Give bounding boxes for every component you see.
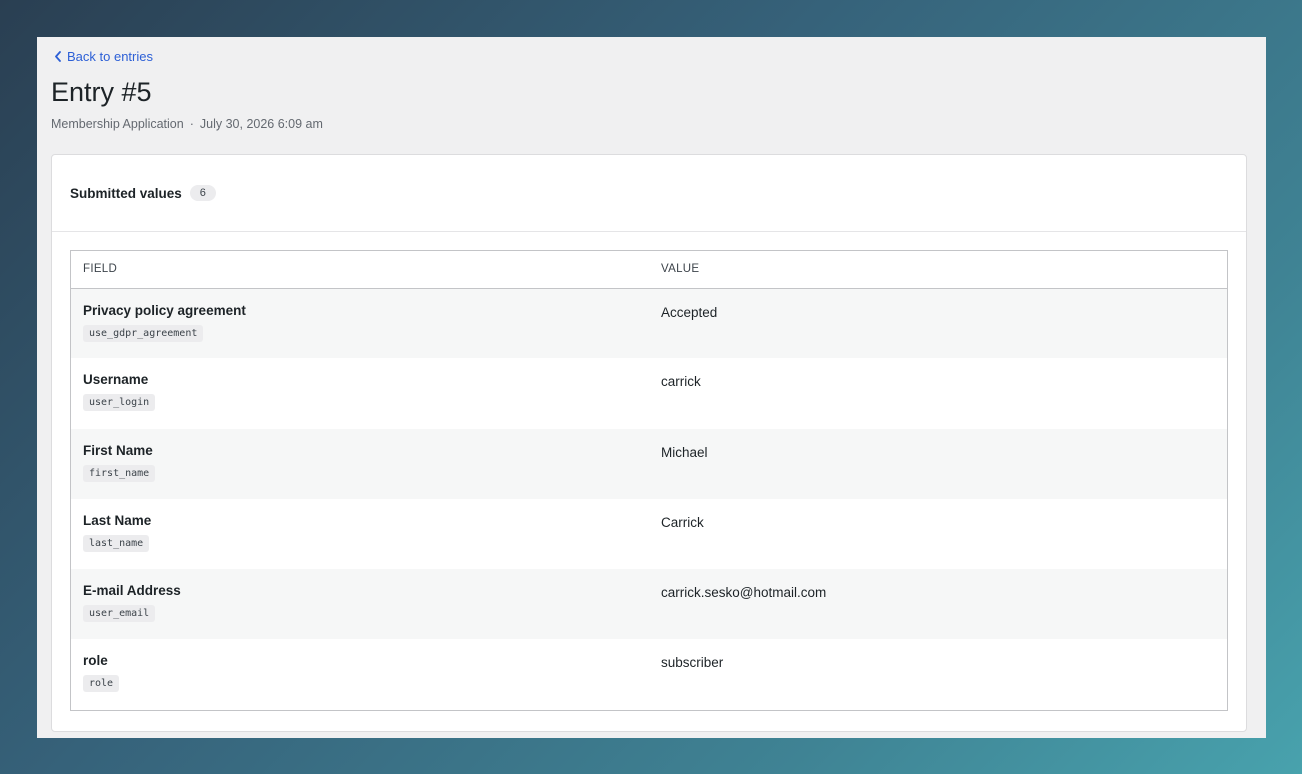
field-cell: First Name first_name — [71, 429, 649, 499]
field-key: user_email — [83, 605, 156, 623]
card-header: Submitted values 6 — [52, 155, 1246, 232]
field-cell: Privacy policy agreement use_gdpr_agreem… — [71, 288, 649, 358]
back-to-entries-link[interactable]: Back to entries — [54, 49, 153, 64]
field-cell: Username user_login — [71, 358, 649, 428]
value-cell: subscriber — [649, 639, 1227, 709]
field-label: Privacy policy agreement — [83, 302, 246, 318]
entry-meta: Membership Application · July 30, 2026 6… — [51, 117, 323, 131]
submitted-values-card: Submitted values 6 FIELD VALUE Privacy p… — [51, 154, 1247, 732]
entry-detail-window: Back to entries Entry #5 Membership Appl… — [37, 37, 1266, 738]
page-title: Entry #5 — [51, 77, 152, 107]
field-key: first_name — [83, 464, 156, 482]
card-title: Submitted values — [70, 185, 182, 201]
table-row: Privacy policy agreement use_gdpr_agreem… — [71, 288, 1227, 359]
field-label: E-mail Address — [83, 583, 181, 599]
field-cell: E-mail Address user_email — [71, 569, 649, 639]
entry-timestamp: July 30, 2026 6:09 am — [199, 117, 323, 131]
meta-separator: · — [189, 117, 194, 131]
field-key: user_login — [83, 394, 156, 412]
table-header-row: FIELD VALUE — [71, 251, 1227, 289]
values-table: FIELD VALUE Privacy policy agreement use… — [71, 251, 1227, 710]
table-row: First Name first_name Michael — [71, 428, 1227, 499]
field-cell: Last Name last_name — [71, 499, 649, 569]
table-row: role role subscriber — [71, 639, 1227, 710]
column-header-value: VALUE — [649, 251, 1227, 289]
column-header-field: FIELD — [71, 251, 649, 289]
value-cell: Accepted — [649, 288, 1227, 358]
field-key: last_name — [83, 534, 150, 552]
field-label: Username — [83, 372, 149, 388]
field-cell: role role — [71, 639, 649, 709]
field-value: carrick — [661, 374, 701, 390]
field-value: Michael — [661, 444, 708, 460]
value-cell: carrick.sesko@hotmail.com — [649, 569, 1227, 639]
field-value: Carrick — [661, 514, 704, 530]
table-row: Last Name last_name Carrick — [71, 498, 1227, 570]
count-badge: 6 — [189, 185, 216, 201]
field-key: use_gdpr_agreement — [83, 324, 204, 342]
table-row: E-mail Address user_email carrick.sesko@… — [71, 569, 1227, 640]
value-cell: carrick — [649, 358, 1227, 428]
back-link-label: Back to entries — [67, 49, 153, 64]
field-value: carrick.sesko@hotmail.com — [661, 585, 827, 601]
chevron-left-icon — [55, 51, 61, 62]
form-name: Membership Application — [51, 117, 184, 131]
field-label: Last Name — [83, 512, 152, 528]
value-cell: Michael — [649, 429, 1227, 499]
field-value: Accepted — [661, 304, 718, 320]
values-table-wrapper: FIELD VALUE Privacy policy agreement use… — [70, 250, 1228, 711]
field-label: role — [83, 653, 108, 669]
table-row: Username user_login carrick — [71, 358, 1227, 429]
field-value: subscriber — [661, 655, 724, 671]
field-label: First Name — [83, 442, 153, 458]
field-key: role — [83, 675, 120, 693]
value-cell: Carrick — [649, 499, 1227, 569]
